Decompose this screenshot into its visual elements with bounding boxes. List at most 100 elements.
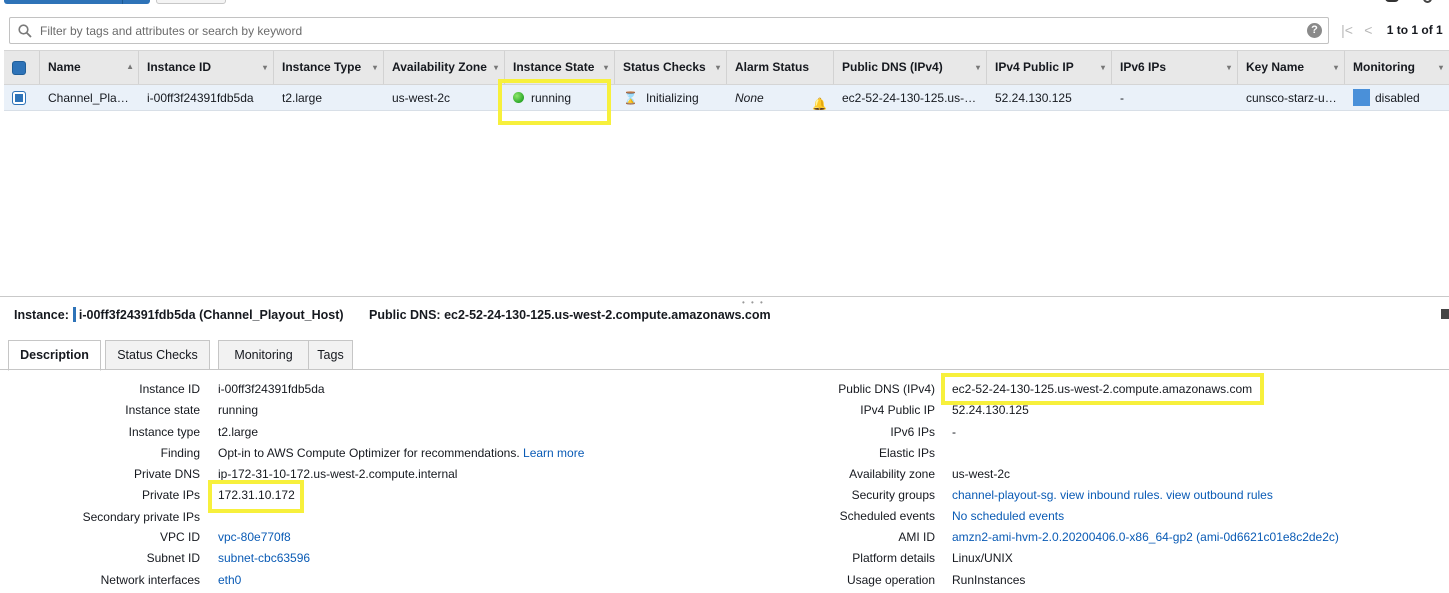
col-instance-type[interactable]: Instance Type ▾ <box>274 51 384 84</box>
desc-row-private-dns: Private DNS ip-172-31-10-172.us-west-2.c… <box>0 467 700 485</box>
col-alarm-status-label: Alarm Status <box>735 60 810 74</box>
cell-key-name: cunsco-starz-u… <box>1246 91 1337 105</box>
desc-value: ip-172-31-10-172.us-west-2.compute.inter… <box>218 467 458 481</box>
first-page-icon[interactable]: |< <box>1338 22 1356 38</box>
tab-divider <box>0 369 1449 370</box>
col-ipv6-ips-label: IPv6 IPs <box>1120 60 1167 74</box>
chevron-down-icon: ▾ <box>975 63 980 72</box>
tab-tags[interactable]: Tags <box>308 340 353 370</box>
eth0-link[interactable]: eth0 <box>218 573 241 587</box>
desc-row-instance-type: Instance type t2.large <box>0 425 700 443</box>
select-all-checkbox[interactable] <box>12 61 26 75</box>
col-monitoring-label: Monitoring <box>1353 60 1415 74</box>
refresh-icon[interactable] <box>1423 0 1432 3</box>
col-instance-id-label: Instance ID <box>147 60 212 74</box>
splitter-grip-icon[interactable]: • • • <box>742 298 765 307</box>
col-name[interactable]: Name ▲ <box>40 51 139 84</box>
chevron-down-icon: ▾ <box>493 63 498 72</box>
desc-label: IPv4 Public IP <box>860 403 935 417</box>
filter-search-bar[interactable]: Filter by tags and attributes or search … <box>9 17 1329 44</box>
expand-panel-icon[interactable] <box>1441 309 1449 319</box>
chevron-down-icon: ▾ <box>715 63 720 72</box>
user-icon[interactable] <box>1385 0 1399 2</box>
sort-asc-icon: ▲ <box>126 62 134 71</box>
cell-availability-zone: us-west-2c <box>392 91 451 105</box>
prev-page-icon[interactable]: < <box>1359 22 1377 38</box>
desc-row-usage-operation: Usage operation RunInstances <box>700 573 1449 591</box>
search-input[interactable]: Filter by tags and attributes or search … <box>40 24 302 38</box>
tab-status-checks[interactable]: Status Checks <box>105 340 210 370</box>
desc-row-ami-id: AMI ID amzn2-ami-hvm-2.0.20200406.0-x86_… <box>700 530 1449 548</box>
instance-label: Instance: <box>14 308 69 322</box>
desc-label: Instance type <box>128 425 200 439</box>
hourglass-icon: ⌛ <box>623 91 638 105</box>
pane-splitter[interactable] <box>0 296 1449 297</box>
desc-label: Instance state <box>125 403 200 417</box>
desc-row-elastic-ips: Elastic IPs <box>700 446 1449 464</box>
col-instance-type-label: Instance Type <box>282 60 362 74</box>
instance-value: i-00ff3f24391fdb5da (Channel_Playout_Hos… <box>78 308 344 322</box>
row-checkbox[interactable] <box>12 91 26 105</box>
status-checks-text: Initializing <box>645 91 699 105</box>
desc-value: 52.24.130.125 <box>952 403 1029 417</box>
vpc-id-link[interactable]: vpc-80e770f8 <box>218 530 291 544</box>
top-toolbar <box>0 0 1449 6</box>
col-alarm-status[interactable]: Alarm Status <box>727 51 834 84</box>
desc-row-subnet-id: Subnet ID subnet-cbc63596 <box>0 551 700 569</box>
instance-indicator <box>72 307 76 322</box>
connect-button[interactable] <box>156 0 226 4</box>
desc-row-ipv4-public-ip: IPv4 Public IP 52.24.130.125 <box>700 403 1449 421</box>
chevron-down-icon: ▾ <box>1226 63 1231 72</box>
desc-label: Instance ID <box>139 382 200 396</box>
cell-public-dns: ec2-52-24-130-125.us-… <box>842 91 977 105</box>
col-ipv6-ips[interactable]: IPv6 IPs ▾ <box>1112 51 1238 84</box>
col-availability-zone[interactable]: Availability Zone ▾ <box>384 51 505 84</box>
desc-value: Linux/UNIX <box>952 551 1013 565</box>
tab-description[interactable]: Description <box>8 340 101 371</box>
alarm-status-text: None <box>735 91 764 105</box>
desc-label: Private DNS <box>133 467 200 481</box>
cell-instance-type: t2.large <box>282 91 323 105</box>
scheduled-events-link[interactable]: No scheduled events <box>952 509 1064 523</box>
tab-monitoring[interactable]: Monitoring <box>218 340 309 370</box>
desc-label: AMI ID <box>898 530 935 544</box>
security-groups-link[interactable]: channel-playout-sg. view inbound rules. … <box>952 488 1273 502</box>
desc-row-scheduled-events: Scheduled events No scheduled events <box>700 509 1449 527</box>
desc-value: us-west-2c <box>952 467 1011 481</box>
cell-name[interactable]: Channel_Pla… <box>40 85 139 110</box>
finding-text: Opt-in to AWS Compute Optimizer for reco… <box>218 446 520 460</box>
help-icon[interactable]: ? <box>1307 23 1322 38</box>
table-row[interactable]: Channel_Pla… i-00ff3f24391fdb5da t2.larg… <box>4 85 1449 111</box>
desc-row-private-ips: Private IPs 172.31.10.172 <box>0 488 700 506</box>
desc-label: VPC ID <box>159 530 200 544</box>
ami-id-link[interactable]: amzn2-ami-hvm-2.0.20200406.0-x86_64-gp2 … <box>952 530 1339 544</box>
col-instance-state-label: Instance State <box>513 60 595 74</box>
launch-instance-button[interactable] <box>4 0 150 4</box>
subnet-id-link[interactable]: subnet-cbc63596 <box>218 551 310 565</box>
desc-label: Network interfaces <box>100 573 200 587</box>
col-instance-id[interactable]: Instance ID ▾ <box>139 51 274 84</box>
desc-row-platform-details: Platform details Linux/UNIX <box>700 551 1449 569</box>
col-status-checks[interactable]: Status Checks ▾ <box>615 51 727 84</box>
desc-row-security-groups: Security groups channel-playout-sg. view… <box>700 488 1449 506</box>
add-alarm-icon[interactable]: 🔔 <box>812 91 827 110</box>
learn-more-link[interactable]: Learn more <box>523 446 584 460</box>
desc-row-ipv6-ips: IPv6 IPs - <box>700 425 1449 443</box>
pager-count: 1 to 1 of 1 <box>1386 23 1443 37</box>
cell-instance-state: running <box>505 85 615 110</box>
chevron-down-icon: ▾ <box>262 63 267 72</box>
pagination: |< < 1 to 1 of 1 <box>1338 22 1443 40</box>
col-key-name[interactable]: Key Name ▾ <box>1238 51 1345 84</box>
col-ipv4-public-ip[interactable]: IPv4 Public IP ▾ <box>987 51 1112 84</box>
col-instance-state[interactable]: Instance State ▾ <box>505 51 615 84</box>
cell-monitoring: disabled <box>1345 85 1449 110</box>
col-monitoring[interactable]: Monitoring ▾ <box>1345 51 1449 84</box>
running-status-icon <box>513 92 524 103</box>
col-public-dns-label: Public DNS (IPv4) <box>842 60 943 74</box>
desc-row-instance-id: Instance ID i-00ff3f24391fdb5da <box>0 382 700 400</box>
desc-label: Elastic IPs <box>878 446 935 460</box>
col-public-dns[interactable]: Public DNS (IPv4) ▾ <box>834 51 987 84</box>
desc-value: 172.31.10.172 <box>218 488 295 502</box>
public-dns-value: ec2-52-24-130-125.us-west-2.compute.amaz… <box>444 308 771 322</box>
button-divider <box>122 0 123 4</box>
